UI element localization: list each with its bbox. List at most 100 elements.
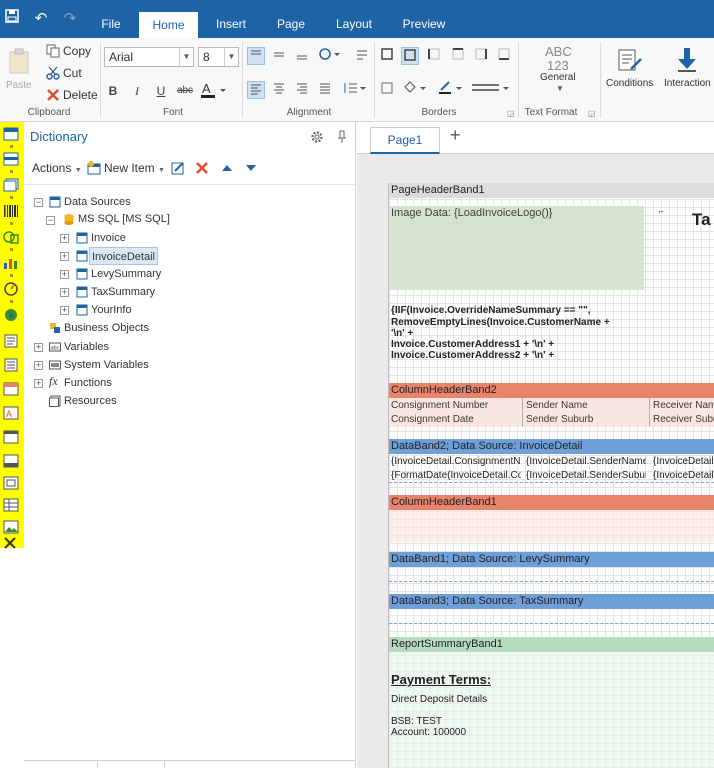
expand-toggle[interactable]: + (60, 234, 69, 243)
column-header-band-2[interactable]: ColumnHeaderBand2 (389, 383, 714, 398)
border-color-icon[interactable] (437, 81, 467, 99)
font-size-select[interactable]: 8 ▼ (198, 47, 239, 67)
header-cell[interactable]: Consignment Date (391, 413, 474, 426)
bold-button[interactable]: B (104, 82, 122, 100)
interaction-button[interactable]: Interaction (664, 78, 711, 89)
data-band-3[interactable]: DataBand3; Data Source: TaxSummary (389, 594, 714, 609)
data-cell[interactable]: {InvoiceDetail.SenderName} (526, 455, 646, 468)
tree-node-invoice[interactable]: Invoice (91, 229, 126, 247)
tree-node-business-objects[interactable]: Business Objects (64, 319, 149, 337)
move-down-icon[interactable] (245, 163, 257, 176)
tree-node-functions[interactable]: Functions (64, 374, 112, 392)
image-component-icon[interactable] (3, 382, 19, 396)
tab-file[interactable]: File (90, 11, 132, 38)
border-bottom-icon[interactable] (495, 47, 513, 65)
expand-toggle[interactable]: + (60, 252, 69, 261)
expand-toggle[interactable]: + (60, 288, 69, 297)
panel-icon[interactable] (3, 430, 19, 444)
title-text[interactable]: Ta (692, 210, 711, 230)
justify-button[interactable] (316, 81, 334, 99)
cross-band-icon[interactable] (3, 178, 19, 192)
tree-node-connection[interactable]: MS SQL [MS SQL] (78, 210, 170, 228)
align-center-button[interactable] (270, 81, 288, 99)
redo-icon[interactable]: ↷ (60, 9, 80, 29)
pin-icon[interactable] (336, 130, 348, 147)
border-top-icon[interactable] (449, 47, 467, 65)
collapse-toggle[interactable]: − (46, 216, 55, 225)
sub-report-icon[interactable] (3, 476, 19, 490)
tree-node-invoicedetail[interactable]: InvoiceDetail (89, 247, 158, 265)
edit-icon[interactable] (171, 161, 185, 178)
delete-icon[interactable] (46, 88, 60, 105)
data-cell[interactable]: {InvoiceDetail. (653, 455, 714, 468)
border-none-icon[interactable] (378, 81, 396, 99)
tree-node-resources[interactable]: Resources (64, 392, 117, 410)
text-in-cells-icon[interactable]: A (3, 406, 19, 420)
font-family-select[interactable]: Arial ▼ (104, 47, 194, 67)
tab-layout[interactable]: Layout (330, 11, 378, 38)
rotate-text-icon[interactable] (316, 47, 344, 65)
payment-terms-heading[interactable]: Payment Terms: (391, 672, 491, 688)
italic-button[interactable]: I (128, 82, 146, 100)
tree-node-levysummary[interactable]: LevySummary (91, 265, 161, 283)
border-right-icon[interactable] (472, 47, 490, 65)
copy-button[interactable]: Copy (63, 44, 91, 58)
report-summary-band[interactable]: ReportSummaryBand1 (389, 637, 714, 652)
collapse-toggle[interactable]: − (34, 198, 43, 207)
cut-icon[interactable] (46, 66, 60, 83)
tab-insert[interactable]: Insert (208, 11, 254, 38)
barcode-icon[interactable] (3, 204, 19, 218)
delete-button[interactable]: Delete (63, 88, 98, 102)
data-cell[interactable]: {FormatDate(InvoiceDetail.Con (391, 469, 521, 482)
tab-home[interactable]: Home (139, 12, 198, 38)
tab-page[interactable]: Page (268, 11, 314, 38)
align-right-button[interactable] (293, 81, 311, 99)
fill-color-icon[interactable] (401, 81, 431, 99)
text-format-general-button[interactable]: General (540, 72, 576, 83)
tree-node-data-sources[interactable]: Data Sources (64, 193, 131, 211)
underline-button[interactable]: U (152, 82, 170, 100)
tools-icon[interactable] (3, 536, 19, 550)
direct-deposit-label[interactable]: Direct Deposit Details (391, 693, 487, 706)
expand-toggle[interactable]: + (60, 270, 69, 279)
word-wrap-icon[interactable] (353, 47, 371, 65)
rich-text-icon[interactable] (3, 358, 19, 372)
paste-button[interactable]: Paste (6, 80, 32, 91)
move-up-icon[interactable] (221, 163, 233, 176)
text-format-dialog-launcher-icon[interactable]: ◲ (588, 109, 596, 118)
image-component[interactable]: Image Data: {LoadInvoiceLogo()} (390, 206, 644, 290)
new-item-button[interactable]: New Item ▼ (104, 161, 165, 175)
save-icon[interactable] (2, 9, 22, 29)
shapes-icon[interactable] (3, 230, 19, 244)
tab-preview[interactable]: Preview (396, 11, 452, 38)
align-top-button[interactable] (247, 47, 265, 65)
tab-page1[interactable]: Page1 (370, 127, 440, 154)
clone-icon[interactable] (3, 454, 19, 468)
header-cell[interactable]: Consignment Number (391, 399, 488, 412)
gauge-icon[interactable] (3, 282, 19, 296)
border-style-icon[interactable] (470, 81, 512, 99)
expand-toggle[interactable]: + (34, 379, 43, 388)
header-cell[interactable]: Sender Name (526, 399, 588, 412)
border-box-icon[interactable] (401, 47, 419, 65)
tree-node-taxsummary[interactable]: TaxSummary (91, 283, 155, 301)
data-cell[interactable]: {InvoiceDetail.ConsignmentNu (391, 455, 521, 468)
customer-expression-text[interactable]: {IIF(Invoice.OverrideNameSummary == "", … (390, 301, 625, 361)
tree-node-yourinfo[interactable]: YourInfo (91, 301, 132, 319)
gear-icon[interactable] (310, 130, 324, 147)
column-header-band-1[interactable]: ColumnHeaderBand1 (389, 495, 714, 510)
line-spacing-icon[interactable] (341, 81, 369, 99)
data-cell[interactable]: {InvoiceDetail.SenderSuburb (526, 469, 646, 482)
cut-button[interactable]: Cut (63, 66, 82, 80)
page-header-band[interactable]: PageHeaderBand1 (389, 183, 714, 198)
data-band-1[interactable]: DataBand1; Data Source: LevySummary (389, 552, 714, 567)
image-picture-icon[interactable] (3, 520, 19, 534)
data-cell[interactable]: {InvoiceDetail. (653, 469, 714, 482)
font-color-icon[interactable]: A (201, 81, 227, 102)
account-label[interactable]: Account: 100000 (391, 726, 466, 739)
expand-toggle[interactable]: + (60, 306, 69, 315)
paste-icon[interactable] (8, 48, 30, 77)
align-middle-button[interactable] (270, 47, 288, 65)
chart-icon[interactable] (3, 256, 19, 270)
tree-node-variables[interactable]: Variables (64, 338, 109, 356)
